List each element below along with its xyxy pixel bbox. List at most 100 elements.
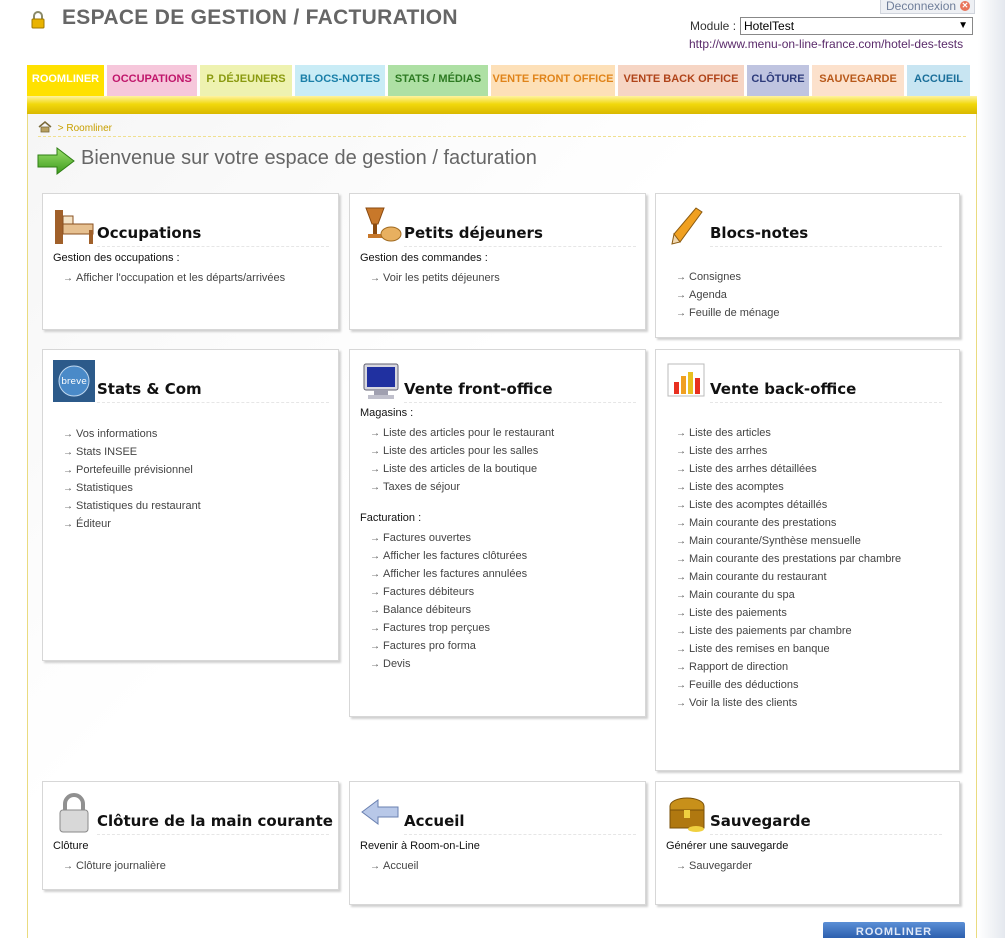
- panel-link[interactable]: → Sauvegarder: [676, 859, 752, 877]
- panel-title: Petits déjeuners: [404, 224, 543, 242]
- panel-link[interactable]: → Main courante des prestations par chamb…: [676, 552, 901, 570]
- panel-link[interactable]: → Liste des articles: [676, 426, 901, 444]
- panel-link[interactable]: → Liste des acomptes: [676, 480, 901, 498]
- arrow-right-icon: →: [63, 519, 73, 530]
- arrow-right-icon: →: [676, 446, 686, 457]
- panel-petits-dejeuners: Petits déjeuners Gestion des commandes :…: [349, 193, 646, 330]
- panel-title: Blocs-notes: [710, 224, 809, 242]
- panel-link[interactable]: → Agenda: [676, 288, 780, 306]
- panel-link[interactable]: → Liste des articles pour les salles: [370, 444, 554, 462]
- tab-accueil[interactable]: ACCUEIL: [907, 65, 970, 96]
- panel-link[interactable]: → Afficher les factures clôturées: [370, 549, 527, 567]
- panel-link[interactable]: → Liste des articles de la boutique: [370, 462, 554, 480]
- panel-link[interactable]: → Balance débiteurs: [370, 603, 527, 621]
- panel-section-heading: Facturation :: [360, 512, 422, 524]
- tab-blocs-notes[interactable]: BLOCS-NOTES: [295, 65, 385, 96]
- breadcrumb-current[interactable]: > Roomliner: [58, 123, 112, 134]
- panel-link[interactable]: → Consignes: [676, 270, 780, 288]
- panel-section-heading: Gestion des commandes :: [360, 252, 488, 264]
- panel-link[interactable]: → Main courante du spa: [676, 588, 901, 606]
- arrow-right-icon: →: [676, 272, 686, 283]
- tab-stats-medias[interactable]: STATS / MÉDIAS: [388, 65, 488, 96]
- monitor-icon: [363, 363, 399, 399]
- tab-vente-back-office[interactable]: VENTE BACK OFFICE: [618, 65, 744, 96]
- tab-p-dejeuners[interactable]: P. DÉJEUNERS: [200, 65, 292, 96]
- panel-divider: [404, 246, 636, 247]
- panel-link[interactable]: → Liste des paiements par chambre: [676, 624, 901, 642]
- panel-link-list: → Liste des articles pour le restaurant → L…: [370, 426, 554, 498]
- site-url-link[interactable]: http://www.menu-on-line-france.com/hotel…: [689, 37, 963, 51]
- panel-link-label: Liste des arrhes: [689, 445, 768, 457]
- panel-section-heading: Revenir à Room-on-Line: [360, 840, 480, 852]
- logout-button[interactable]: Deconnexion ✕: [880, 0, 975, 14]
- panel-link[interactable]: → Liste des acomptes détaillés: [676, 498, 901, 516]
- panel-link[interactable]: → Liste des paiements: [676, 606, 901, 624]
- panel-link[interactable]: → Accueil: [370, 859, 418, 877]
- tab-cloture[interactable]: CLÔTURE: [747, 65, 809, 96]
- panel-link[interactable]: → Main courante du restaurant: [676, 570, 901, 588]
- arrow-right-icon: →: [676, 290, 686, 301]
- panel-link[interactable]: → Rapport de direction: [676, 660, 901, 678]
- arrow-right-icon: →: [676, 308, 686, 319]
- panel-link[interactable]: → Main courante des prestations: [676, 516, 901, 534]
- close-icon: ✕: [960, 1, 970, 11]
- module-select[interactable]: HotelTest ▼: [740, 17, 973, 35]
- tab-roomliner[interactable]: ROOMLINER: [27, 65, 104, 96]
- home-icon[interactable]: [38, 121, 52, 133]
- panel-link[interactable]: → Liste des remises en banque: [676, 642, 901, 660]
- panel-link[interactable]: → Vos informations: [63, 427, 201, 445]
- arrow-right-icon: →: [370, 569, 380, 580]
- panel-link-label: Afficher l'occupation et les départs/arr…: [76, 272, 286, 284]
- panel-title: Occupations: [97, 224, 202, 242]
- panel-link-label: Voir les petits déjeuners: [383, 272, 500, 284]
- panel-link[interactable]: → Taxes de séjour: [370, 480, 554, 498]
- arrow-right-icon: →: [676, 590, 686, 601]
- panel-section-heading: Générer une sauvegarde: [666, 840, 789, 852]
- panel-link[interactable]: → Factures trop perçues: [370, 621, 527, 639]
- panel-link[interactable]: → Factures ouvertes: [370, 531, 527, 549]
- tab-occupations[interactable]: OCCUPATIONS: [107, 65, 197, 96]
- panel-link-label: Éditeur: [76, 518, 111, 530]
- panel-link[interactable]: → Stats INSEE: [63, 445, 201, 463]
- panel-link[interactable]: → Afficher l'occupation et les départs/ar…: [63, 271, 285, 289]
- panel-link-label: Clôture journalière: [76, 860, 166, 872]
- tab-vente-front-office[interactable]: VENTE FRONT OFFICE: [491, 65, 615, 96]
- arrow-right-icon: →: [370, 482, 380, 493]
- panel-link[interactable]: → Factures pro forma: [370, 639, 527, 657]
- panel-link[interactable]: → Voir la liste des clients: [676, 696, 901, 714]
- panel-accueil: Accueil Revenir à Room-on-Line → Accueil: [349, 781, 646, 905]
- welcome-title: Bienvenue sur votre espace de gestion / …: [81, 147, 537, 169]
- panel-link[interactable]: → Liste des arrhes: [676, 444, 901, 462]
- panel-blocs-notes: Blocs-notes → Consignes → Agenda → Feuille de…: [655, 193, 960, 338]
- panel-link[interactable]: → Portefeuille prévisionnel: [63, 463, 201, 481]
- panel-link[interactable]: → Main courante/Synthèse mensuelle: [676, 534, 901, 552]
- panel-occupations: Occupations Gestion des occupations : → Af…: [42, 193, 339, 330]
- panel-link-label: Factures trop perçues: [383, 622, 490, 634]
- panel-divider: [97, 246, 329, 247]
- panel-link[interactable]: → Liste des articles pour le restaurant: [370, 426, 554, 444]
- tab-sauvegarde[interactable]: SAUVEGARDE: [812, 65, 904, 96]
- panel-link-label: Accueil: [383, 860, 419, 872]
- panel-link-list: → Vos informations → Stats INSEE → Portefeuil…: [63, 427, 201, 535]
- tabs-underline-bar: [27, 96, 977, 114]
- panel-divider: [710, 834, 942, 835]
- panel-link[interactable]: → Feuille de ménage: [676, 306, 780, 324]
- arrow-right-icon: →: [370, 587, 380, 598]
- panel-link[interactable]: → Factures débiteurs: [370, 585, 527, 603]
- panel-link[interactable]: → Statistiques du restaurant: [63, 499, 201, 517]
- panel-link[interactable]: → Afficher les factures annulées: [370, 567, 527, 585]
- panel-link[interactable]: → Statistiques: [63, 481, 201, 499]
- panel-divider: [710, 402, 942, 403]
- lock-icon: [31, 11, 45, 29]
- panel-link[interactable]: → Liste des arrhes détaillées: [676, 462, 901, 480]
- panel-link-label: Agenda: [689, 289, 727, 301]
- panel-link[interactable]: → Devis: [370, 657, 527, 675]
- panel-title: Stats & Com: [97, 380, 202, 398]
- panel-link-label: Liste des paiements: [689, 607, 787, 619]
- panel-link[interactable]: → Clôture journalière: [63, 859, 166, 877]
- panel-link-label: Liste des articles pour le restaurant: [383, 427, 555, 439]
- arrow-right-icon: →: [676, 626, 686, 637]
- panel-link[interactable]: → Feuille des déductions: [676, 678, 901, 696]
- panel-link[interactable]: → Voir les petits déjeuners: [370, 271, 500, 289]
- panel-link[interactable]: → Éditeur: [63, 517, 201, 535]
